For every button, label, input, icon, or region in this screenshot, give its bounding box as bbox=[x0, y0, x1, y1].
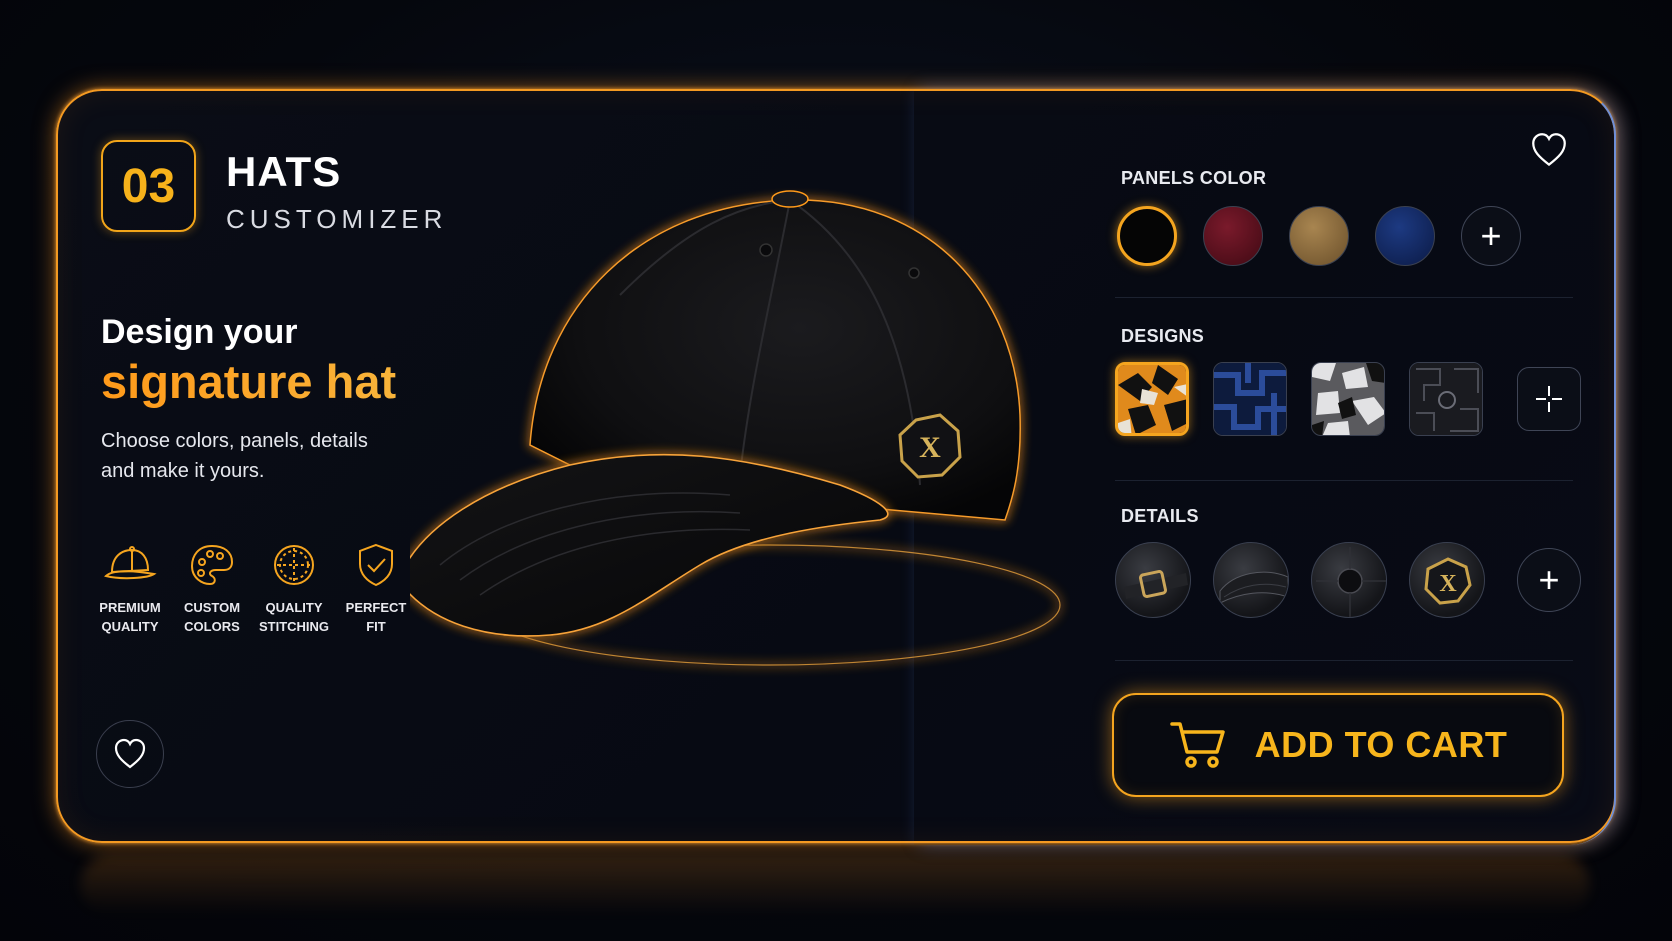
divider bbox=[1115, 480, 1573, 481]
stitching-icon bbox=[274, 545, 314, 585]
svg-text:X: X bbox=[1439, 571, 1457, 597]
add-color-button[interactable]: + bbox=[1461, 206, 1521, 266]
card-reflection bbox=[80, 855, 1590, 915]
plus-icon: + bbox=[1480, 215, 1502, 256]
feature-premium-quality: PREMIUM QUALITY bbox=[92, 540, 168, 636]
feature-custom-colors: CUSTOM COLORS bbox=[174, 540, 250, 636]
divider bbox=[1115, 297, 1573, 298]
design-options bbox=[1115, 362, 1581, 436]
feature-quality-stitching: QUALITY STITCHING bbox=[256, 540, 332, 636]
wishlist-button[interactable] bbox=[1526, 127, 1572, 173]
swatch-navy[interactable] bbox=[1375, 206, 1435, 266]
detail-buckle[interactable] bbox=[1115, 542, 1191, 618]
panels-color-swatches: + bbox=[1117, 206, 1521, 266]
svg-text:X: X bbox=[919, 431, 941, 464]
swatch-burgundy[interactable] bbox=[1203, 206, 1263, 266]
divider bbox=[1115, 660, 1573, 661]
add-detail-button[interactable]: + bbox=[1517, 548, 1581, 612]
designs-label: DESIGNS bbox=[1121, 326, 1205, 346]
cap-icon bbox=[104, 546, 157, 580]
detail-top-button[interactable] bbox=[1311, 542, 1387, 618]
panels-color-label: PANELS COLOR bbox=[1121, 168, 1267, 188]
crosshair-plus-icon bbox=[1536, 386, 1562, 412]
shield-check-icon bbox=[359, 543, 393, 587]
page-title: HATS bbox=[226, 148, 342, 195]
plus-icon: + bbox=[1538, 559, 1560, 600]
add-to-cart-label: ADD TO CART bbox=[1254, 724, 1508, 765]
design-dark-pattern[interactable] bbox=[1409, 362, 1483, 436]
cart-icon bbox=[1169, 722, 1225, 768]
feature-list: PREMIUM QUALITY CUSTOM COLORS QUALITY ST… bbox=[92, 540, 414, 636]
heart-icon bbox=[114, 738, 146, 769]
cap-preview-image: X bbox=[410, 190, 1062, 667]
palette-icon bbox=[190, 544, 234, 586]
hero-highlight: signature hat bbox=[101, 355, 397, 408]
design-orange-camo[interactable] bbox=[1115, 362, 1189, 436]
hero-description: Choose colors, panels, details and make … bbox=[101, 430, 368, 482]
swatch-black[interactable] bbox=[1117, 206, 1177, 266]
detail-x-emblem[interactable]: X bbox=[1409, 542, 1485, 618]
add-to-cart-button[interactable]: ADD TO CART bbox=[1112, 693, 1564, 797]
heart-icon bbox=[1532, 133, 1566, 167]
hero-headline: Design your bbox=[101, 313, 298, 351]
step-number-badge: 03 bbox=[101, 140, 196, 232]
add-design-button[interactable] bbox=[1517, 367, 1581, 431]
detail-visor[interactable] bbox=[1213, 542, 1289, 618]
design-blue-geometric[interactable] bbox=[1213, 362, 1287, 436]
detail-options: X + bbox=[1115, 542, 1581, 618]
feature-perfect-fit: PERFECT FIT bbox=[338, 540, 414, 636]
favorite-button[interactable] bbox=[96, 720, 164, 788]
details-label: DETAILS bbox=[1121, 506, 1199, 526]
swatch-tan[interactable] bbox=[1289, 206, 1349, 266]
design-grey-camo[interactable] bbox=[1311, 362, 1385, 436]
